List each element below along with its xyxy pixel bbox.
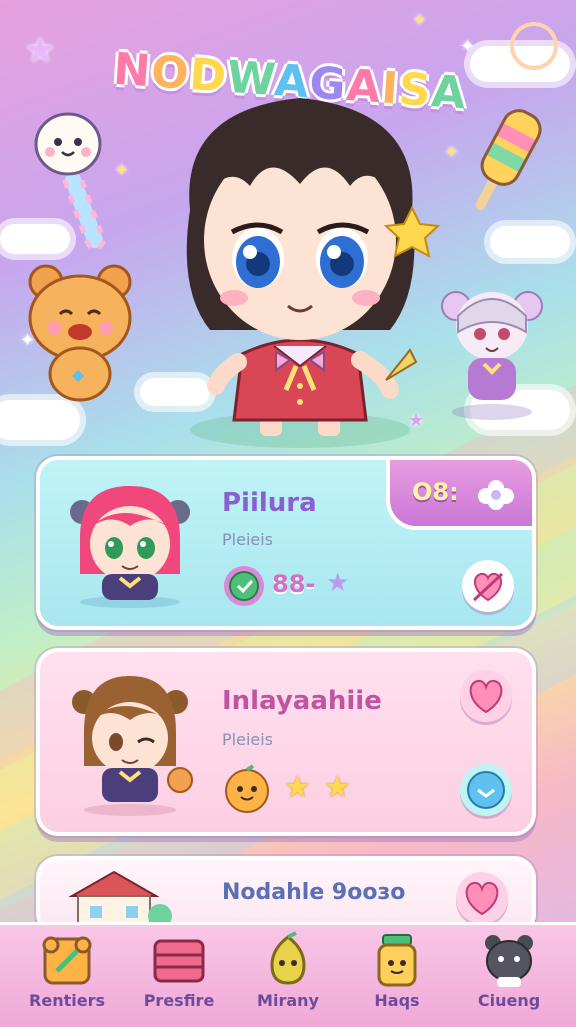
card-title: Inlayaahiie <box>222 686 382 716</box>
message-button[interactable] <box>460 764 512 816</box>
popsicle-icon <box>475 109 542 210</box>
nav-item-rentiers[interactable]: Rentiers <box>12 925 122 1027</box>
chat-bubble-icon <box>467 771 505 809</box>
bottom-nav: Rentiers Presfire Mirany Haqs Ciueng <box>0 922 576 1027</box>
heart-icon <box>465 881 499 916</box>
nav-label: Presfire <box>143 991 215 1010</box>
nav-item-ciueng[interactable]: Ciueng <box>454 925 564 1027</box>
green-gem-icon <box>224 566 264 606</box>
notebook-icon <box>42 936 92 985</box>
card-subtitle: Pleieis <box>222 730 274 749</box>
nav-label: Ciueng <box>477 991 541 1010</box>
sparkle-icon: ★ <box>24 30 57 71</box>
cat-plush-icon <box>485 935 533 987</box>
heart-button[interactable] <box>460 670 512 722</box>
heart-icon <box>469 679 503 714</box>
cloud-decoration <box>0 400 80 440</box>
nav-label: Haqs <box>374 991 420 1010</box>
orange-blob-icon <box>225 764 269 813</box>
pink-hair-character-avatar <box>70 486 190 608</box>
star-icon: ★ <box>324 770 351 805</box>
favorite-button[interactable] <box>462 560 514 612</box>
card-title: Piilura <box>222 488 317 518</box>
nav-label: Rentiers <box>29 991 105 1010</box>
nav-label: Mirany <box>257 991 319 1010</box>
heart-button[interactable] <box>456 872 508 924</box>
heart-arrow-icon <box>472 572 504 602</box>
card-stat-value: 88- <box>272 570 316 598</box>
nav-item-presfire[interactable]: Presfire <box>124 925 234 1027</box>
counter-value: O8: <box>412 478 459 506</box>
moon-ring-icon <box>510 22 558 70</box>
card-title: Nodahle 9ooзo <box>222 880 406 905</box>
card-subtitle: Pleieis <box>222 530 274 549</box>
cloud-decoration <box>490 226 570 258</box>
character-card[interactable]: Inlayaahiie Pleieis ★ ★ <box>36 648 536 836</box>
sparkle-icon: ✦ <box>412 10 428 31</box>
treasure-chest-icon <box>153 939 205 983</box>
jar-icon <box>377 934 417 987</box>
teddy-bear-icon <box>28 264 132 402</box>
hero-character <box>186 98 441 448</box>
flower-icon <box>478 480 514 510</box>
character-card[interactable]: Piilura Pleieis 88- ★ O8: <box>36 456 536 630</box>
currency-counter[interactable]: O8: <box>386 456 536 530</box>
sparkle-icon: ✦ <box>460 36 476 57</box>
star-icon: ★ <box>284 770 311 805</box>
small-mouse-character <box>441 291 543 420</box>
star-icon: ★ <box>326 568 350 598</box>
ghost-lollipop-icon <box>34 112 106 250</box>
nav-item-haqs[interactable]: Haqs <box>342 925 452 1027</box>
brown-hair-character-avatar <box>72 676 193 816</box>
pear-creature-icon <box>270 931 306 985</box>
nav-item-mirany[interactable]: Mirany <box>233 925 343 1027</box>
